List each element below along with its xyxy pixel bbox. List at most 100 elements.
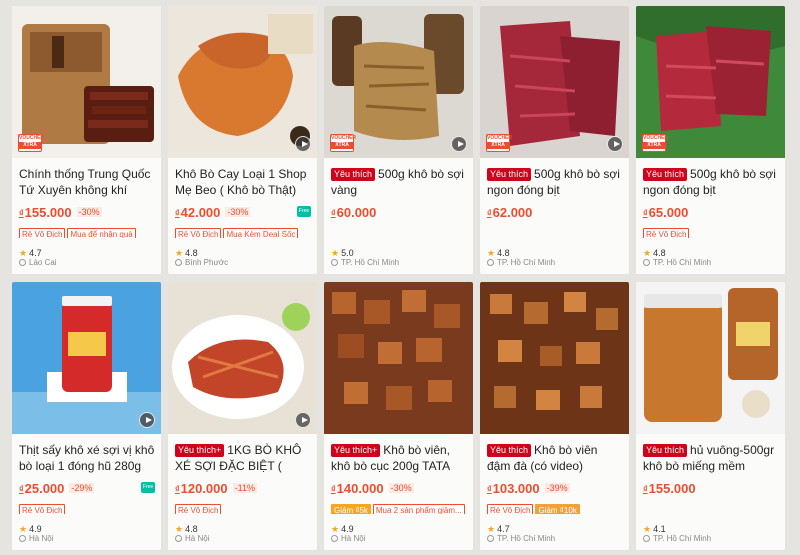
- promo-tag: Giảm ₫10k: [535, 504, 580, 514]
- location-pin-icon: [175, 535, 182, 542]
- price-value: 155.000: [24, 204, 72, 220]
- rating-value: 4.7: [29, 248, 42, 258]
- promo-tags: Rẻ Vô Địch: [19, 500, 155, 514]
- product-card[interactable]: Khô Bò Cay Loại 1 Shop Mẹ Beo ( Khô bò T…: [168, 6, 317, 274]
- currency-symbol: ₫: [175, 207, 180, 218]
- product-grid: VOUCHER XTRA Chính thống Trung Quốc Tứ Xu…: [12, 6, 792, 550]
- beef-jar-image: [12, 282, 161, 434]
- price-value: 103.000: [492, 480, 540, 496]
- play-video-icon[interactable]: [139, 412, 155, 428]
- free-shipping-icon: Free: [141, 482, 155, 493]
- shop-location: TP. Hồ Chí Minh: [643, 258, 711, 267]
- product-image[interactable]: [12, 282, 161, 434]
- product-title[interactable]: Yêu thích Khô bò viên đậm đà (có video): [487, 442, 623, 474]
- star-icon: ★: [175, 524, 184, 534]
- product-card[interactable]: Thịt sấy khô xé sợi vị khô bò loại 1 đón…: [12, 282, 161, 550]
- star-icon: ★: [487, 524, 496, 534]
- voucher-label: VOUCHER: [331, 135, 357, 141]
- voucher-label: VOUCHER: [19, 135, 45, 141]
- promo-tags: Giảm ₫5k Mua 2 sản phẩm giảm...: [331, 500, 467, 514]
- product-title[interactable]: Thịt sấy khô xé sợi vị khô bò loại 1 đón…: [19, 442, 155, 474]
- play-video-icon[interactable]: [607, 136, 623, 152]
- play-video-icon[interactable]: [295, 412, 311, 428]
- voucher-label: VOUCHER: [643, 135, 669, 141]
- price-row: ₫60.000: [331, 204, 467, 220]
- product-image[interactable]: [168, 282, 317, 434]
- product-card[interactable]: VOUCHER XTRA Chính thống Trung Quốc Tứ Xu…: [12, 6, 161, 274]
- product-title-text: Khô Bò Cay Loại 1 Shop Mẹ Beo ( Khô bò T…: [175, 167, 307, 197]
- promo-tag: Rẻ Vô Địch: [19, 504, 66, 514]
- product-image[interactable]: VOUCHER XTRA: [324, 6, 473, 158]
- shop-location: Hà Nội: [19, 534, 53, 543]
- price-row: ₫62.000: [487, 204, 623, 220]
- product-card[interactable]: Yêu thích hủ vuông-500gr khô bò miếng mềm…: [636, 282, 785, 550]
- location-text: Lào Cai: [29, 258, 57, 267]
- product-title[interactable]: Yêu thích hủ vuông-500gr khô bò miếng mềm: [643, 442, 779, 474]
- currency-symbol: ₫: [643, 207, 648, 218]
- shop-location: Hà Nội: [175, 534, 209, 543]
- xtra-label: XTRA: [19, 142, 41, 149]
- product-image[interactable]: [168, 6, 317, 158]
- voucher-label: VOUCHER: [487, 135, 513, 141]
- shop-location: Hà Nội: [331, 534, 365, 543]
- product-image[interactable]: VOUCHER XTRA: [12, 6, 161, 158]
- product-card[interactable]: Yêu thích+ Khô bò viên, khô bò cục 200g T…: [324, 282, 473, 550]
- shop-location: Lào Cai: [19, 258, 57, 267]
- voucher-xtra-badge: VOUCHER XTRA: [642, 134, 669, 152]
- promo-tag: Mua để nhận quà: [67, 228, 136, 238]
- product-image[interactable]: VOUCHER XTRA: [636, 6, 785, 158]
- product-title[interactable]: Yêu thích 500g khô bò sợi vàng: [331, 166, 467, 198]
- price-row: ₫140.000 -30%: [331, 480, 467, 496]
- xtra-label: XTRA: [487, 142, 509, 149]
- promo-tags: [643, 500, 779, 514]
- currency-symbol: ₫: [19, 207, 24, 218]
- product-card[interactable]: Yêu thích Khô bò viên đậm đà (có video) ₫1…: [480, 282, 629, 550]
- star-icon: ★: [331, 524, 340, 534]
- product-image[interactable]: [324, 282, 473, 434]
- location-pin-icon: [175, 259, 182, 266]
- xtra-label: XTRA: [331, 142, 353, 149]
- shop-location: TP. Hồ Chí Minh: [487, 258, 555, 267]
- play-video-icon[interactable]: [451, 136, 467, 152]
- favorite-shop-tag: Yêu thích+: [175, 444, 225, 457]
- product-title[interactable]: Chính thống Trung Quốc Tứ Xuyên không kh…: [19, 166, 155, 198]
- price-value: 140.000: [336, 480, 384, 496]
- location-text: TP. Hồ Chí Minh: [653, 534, 712, 543]
- location-text: TP. Hồ Chí Minh: [497, 258, 556, 267]
- product-price: ₫140.000: [331, 481, 384, 496]
- product-image[interactable]: [636, 282, 785, 434]
- currency-symbol: ₫: [331, 483, 336, 494]
- discount-badge: -29%: [69, 483, 95, 493]
- rating-value: 4.9: [29, 524, 42, 534]
- beef-plate-image: [168, 282, 317, 434]
- promo-tags: Rẻ Vô Địch Mua để nhận quà: [19, 224, 155, 238]
- price-row: ₫155.000 -30%: [19, 204, 155, 220]
- product-title[interactable]: Yêu thích 500g khô bò sợi ngon đóng bịt: [487, 166, 623, 198]
- product-image[interactable]: [480, 282, 629, 434]
- product-price: ₫25.000: [19, 481, 64, 496]
- product-image[interactable]: VOUCHER XTRA: [480, 6, 629, 158]
- product-title[interactable]: Khô Bò Cay Loại 1 Shop Mẹ Beo ( Khô bò T…: [175, 166, 311, 198]
- discount-badge: -11%: [232, 483, 257, 493]
- product-card[interactable]: VOUCHER XTRA Yêu thích 500g khô bò sợi ngo…: [636, 6, 785, 274]
- voucher-xtra-badge: VOUCHER XTRA: [330, 134, 357, 152]
- location-text: TP. Hồ Chí Minh: [341, 258, 400, 267]
- star-icon: ★: [487, 248, 496, 258]
- product-title-text: Chính thống Trung Quốc Tứ Xuyên không kh…: [19, 167, 151, 197]
- promo-tags: Rẻ Vô Địch Giảm ₫10k: [487, 500, 623, 514]
- shop-location: Bình Phước: [175, 258, 228, 267]
- currency-symbol: ₫: [331, 207, 336, 218]
- currency-symbol: ₫: [643, 483, 648, 494]
- product-title[interactable]: Yêu thích+ Khô bò viên, khô bò cục 200g T…: [331, 442, 467, 474]
- star-icon: ★: [175, 248, 184, 258]
- product-card[interactable]: Yêu thích+1KG BÒ KHÔ XÉ SỢI ĐẶC BIỆT ( K…: [168, 282, 317, 550]
- product-title[interactable]: Yêu thích+1KG BÒ KHÔ XÉ SỢI ĐẶC BIỆT ( K…: [175, 442, 311, 474]
- location-text: Hà Nội: [185, 534, 210, 543]
- price-value: 25.000: [24, 480, 65, 496]
- product-title[interactable]: Yêu thích 500g khô bò sợi ngon đóng bịt: [643, 166, 779, 198]
- product-card[interactable]: VOUCHER XTRA Yêu thích 500g khô bò sợi vàn…: [324, 6, 473, 274]
- product-card[interactable]: VOUCHER XTRA Yêu thích 500g khô bò sợi ngo…: [480, 6, 629, 274]
- play-video-icon[interactable]: [295, 136, 311, 152]
- rating-value: 4.1: [653, 524, 666, 534]
- discount-badge: -30%: [388, 483, 414, 493]
